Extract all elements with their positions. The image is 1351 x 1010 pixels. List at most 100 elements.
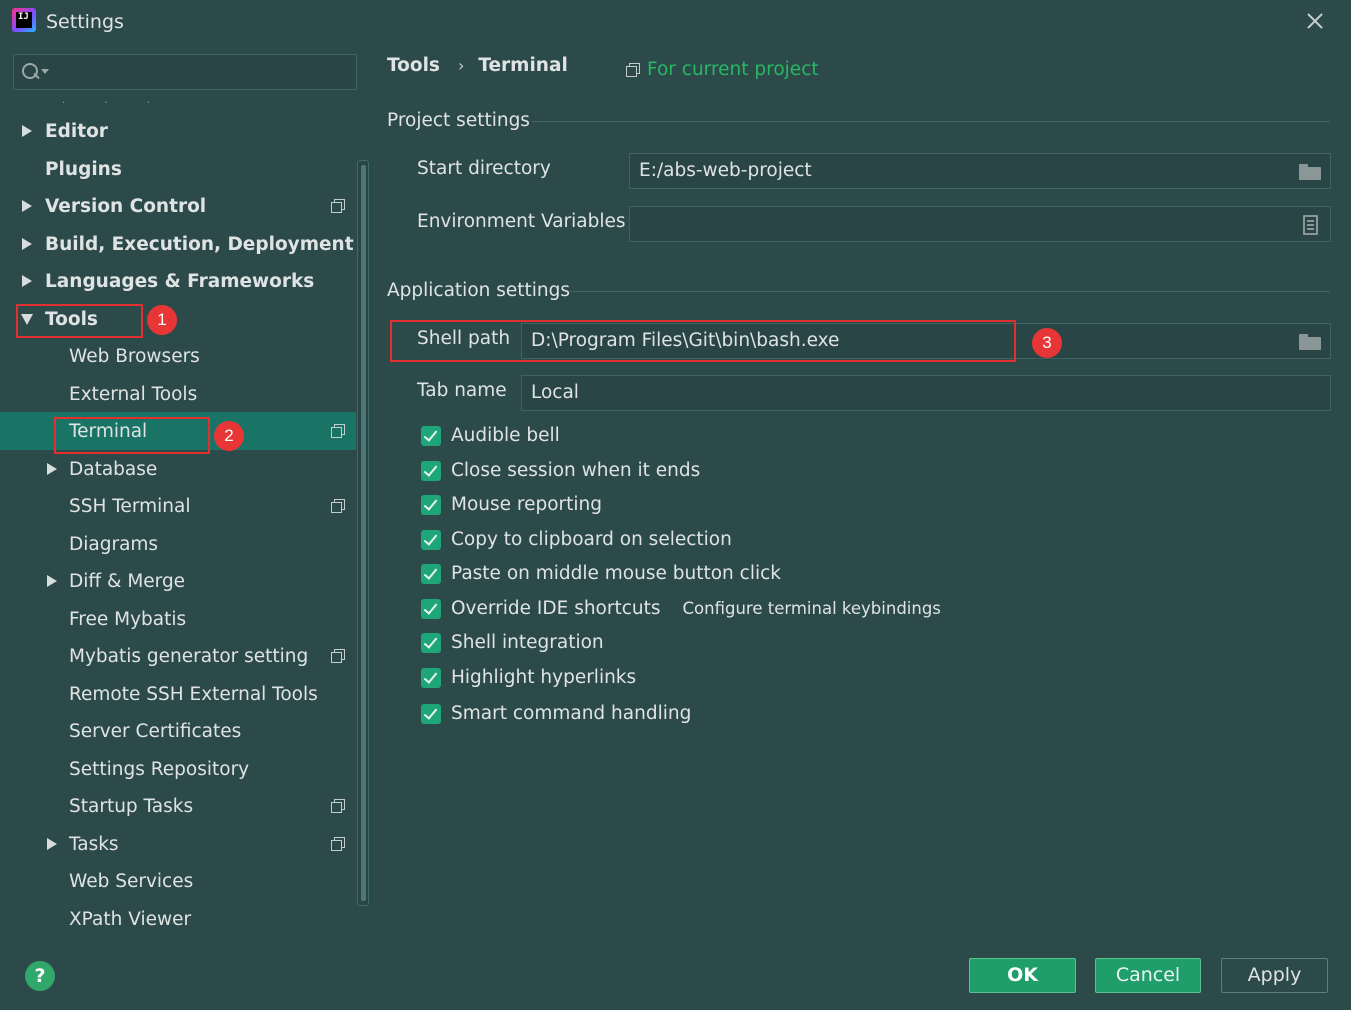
sidebar-item-label: XPath Viewer <box>69 908 192 930</box>
checkbox-label: Mouse reporting <box>451 494 603 515</box>
application-settings-header: Application settings <box>387 280 571 301</box>
sidebar-item-startup-tasks[interactable]: Startup Tasks <box>0 787 356 825</box>
breadcrumb-parent[interactable]: Tools <box>387 55 440 76</box>
apply-button[interactable]: Apply <box>1221 958 1328 993</box>
close-icon[interactable] <box>1302 8 1328 34</box>
checkbox-checked-icon[interactable] <box>421 563 441 584</box>
close-session-checkbox[interactable]: Close session when it ends <box>421 460 700 481</box>
sidebar-item-build-execution-deployment[interactable]: Build, Execution, Deployment <box>0 225 356 263</box>
annotation-box-tools <box>16 304 143 338</box>
checkbox-checked-icon[interactable] <box>421 632 441 653</box>
sidebar-item-ssh-terminal[interactable]: SSH Terminal <box>0 487 356 525</box>
checkbox-checked-icon[interactable] <box>421 667 441 688</box>
sidebar-item-web-browsers[interactable]: Web Browsers <box>0 337 356 375</box>
breadcrumb-separator: › <box>457 56 465 75</box>
breadcrumb-current: Terminal <box>478 55 568 76</box>
environment-variables-field[interactable] <box>629 206 1331 242</box>
settings-sidebar: · · · Editor Plugins Version Control Bui… <box>0 46 370 946</box>
breadcrumb: Tools › Terminal <box>387 55 568 76</box>
sidebar-item-languages-frameworks[interactable]: Languages & Frameworks <box>0 262 356 300</box>
help-icon[interactable]: ? <box>25 961 55 991</box>
project-scope-icon <box>626 63 640 77</box>
sidebar-item-external-tools[interactable]: External Tools <box>0 375 356 413</box>
sidebar-scrollbar[interactable] <box>357 160 369 906</box>
project-scope-icon <box>331 837 345 851</box>
edit-list-icon[interactable] <box>1303 215 1318 235</box>
folder-browse-icon[interactable] <box>1299 334 1321 350</box>
window-title: Settings <box>46 11 124 33</box>
annotation-badge-1: 1 <box>147 305 177 335</box>
sidebar-item-server-certificates[interactable]: Server Certificates <box>0 712 356 750</box>
search-input[interactable] <box>13 54 357 90</box>
sidebar-item-free-mybatis[interactable]: Free Mybatis <box>0 600 356 638</box>
configure-keybindings-link[interactable]: Configure terminal keybindings <box>683 599 941 618</box>
expand-arrow-icon[interactable] <box>22 275 32 287</box>
sidebar-item-label: Plugins <box>45 158 122 180</box>
override-ide-shortcuts-checkbox[interactable]: Override IDE shortcuts Configure termina… <box>421 598 941 619</box>
expand-arrow-icon[interactable] <box>22 200 32 212</box>
folder-browse-icon[interactable] <box>1299 164 1321 180</box>
sidebar-item-web-services[interactable]: Web Services <box>0 862 356 900</box>
copy-to-clipboard-checkbox[interactable]: Copy to clipboard on selection <box>421 529 732 550</box>
sidebar-item-label: Settings Repository <box>69 758 250 780</box>
sidebar-item-mybatis-generator-setting[interactable]: Mybatis generator setting <box>0 637 356 675</box>
section-divider <box>532 121 1330 122</box>
annotation-box-shell-path <box>390 320 1016 362</box>
sidebar-item-label: SSH Terminal <box>69 495 191 517</box>
sidebar-item-xpath-viewer[interactable]: XPath Viewer <box>0 900 356 938</box>
expand-arrow-icon[interactable] <box>47 463 57 475</box>
annotation-badge-3: 3 <box>1032 328 1062 358</box>
project-scope-icon <box>331 649 345 663</box>
sidebar-item-database[interactable]: Database <box>0 450 356 488</box>
start-directory-field[interactable]: E:/abs-web-project <box>629 153 1331 189</box>
sidebar-item-label: External Tools <box>69 383 198 405</box>
sidebar-item-label: Diagrams <box>69 533 159 555</box>
project-scope-icon <box>331 199 345 213</box>
sidebar-item-settings-repository[interactable]: Settings Repository <box>0 750 356 788</box>
audible-bell-checkbox[interactable]: Audible bell <box>421 425 560 446</box>
section-divider <box>570 291 1330 292</box>
checkbox-label: Audible bell <box>451 425 560 446</box>
checkbox-checked-icon[interactable] <box>421 494 441 515</box>
tab-name-field[interactable]: Local <box>521 375 1331 411</box>
smart-command-handling-checkbox[interactable]: Smart command handling <box>421 703 691 724</box>
sidebar-item-label: Languages & Frameworks <box>45 270 315 292</box>
checkbox-checked-icon[interactable] <box>421 460 441 481</box>
project-scope-icon <box>331 424 345 438</box>
sidebar-item-label: Web Browsers <box>69 345 200 367</box>
expand-arrow-icon[interactable] <box>47 575 57 587</box>
sidebar-item-version-control[interactable]: Version Control <box>0 187 356 225</box>
intellij-logo-icon: IJ <box>12 8 36 32</box>
checkbox-label: Close session when it ends <box>451 460 701 481</box>
sidebar-item-label: Editor <box>45 120 108 142</box>
sidebar-item-tasks[interactable]: Tasks <box>0 825 356 863</box>
checkbox-label: Smart command handling <box>451 703 692 724</box>
sidebar-item-label: Diff & Merge <box>69 570 186 592</box>
sidebar-item-remote-ssh-external-tools[interactable]: Remote SSH External Tools <box>0 675 356 713</box>
checkbox-checked-icon[interactable] <box>421 703 441 724</box>
expand-arrow-icon[interactable] <box>22 238 32 250</box>
search-icon <box>22 63 40 81</box>
sidebar-item-editor[interactable]: Editor <box>0 112 356 150</box>
checkbox-checked-icon[interactable] <box>421 598 441 619</box>
project-scope-link[interactable]: For current project <box>626 59 819 80</box>
checkbox-checked-icon[interactable] <box>421 425 441 446</box>
mouse-reporting-checkbox[interactable]: Mouse reporting <box>421 494 602 515</box>
expand-arrow-icon[interactable] <box>22 125 32 137</box>
sidebar-item-label: Database <box>69 458 158 480</box>
checkbox-label: Paste on middle mouse button click <box>451 563 781 584</box>
shell-integration-checkbox[interactable]: Shell integration <box>421 632 604 653</box>
highlight-hyperlinks-checkbox[interactable]: Highlight hyperlinks <box>421 667 636 688</box>
sidebar-item-label: Free Mybatis <box>69 608 187 630</box>
ok-button[interactable]: OK <box>969 958 1076 993</box>
sidebar-item-plugins[interactable]: Plugins <box>0 150 356 188</box>
chevron-down-icon[interactable] <box>41 69 49 74</box>
paste-middle-click-checkbox[interactable]: Paste on middle mouse button click <box>421 563 781 584</box>
title-bar: IJ Settings <box>0 0 1351 46</box>
sidebar-item-diagrams[interactable]: Diagrams <box>0 525 356 563</box>
expand-arrow-icon[interactable] <box>47 838 57 850</box>
checkbox-checked-icon[interactable] <box>421 529 441 550</box>
cancel-button[interactable]: Cancel <box>1095 958 1201 993</box>
sidebar-item-diff-merge[interactable]: Diff & Merge <box>0 562 356 600</box>
sidebar-item-label: Version Control <box>45 195 207 217</box>
